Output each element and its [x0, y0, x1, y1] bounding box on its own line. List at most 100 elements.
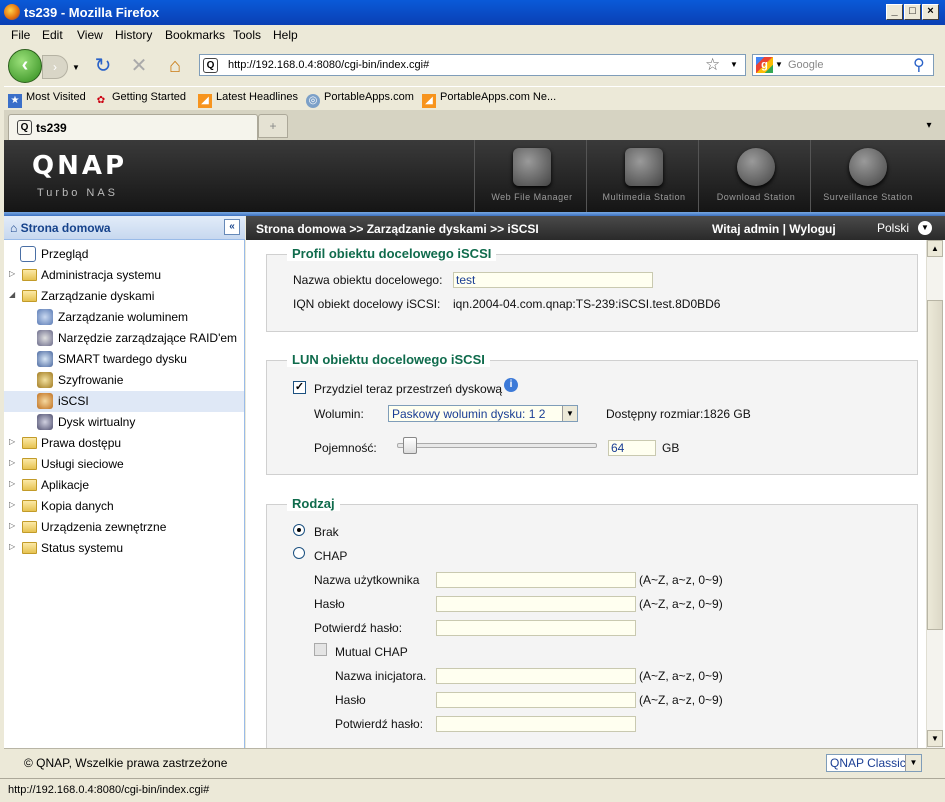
sidebar-title-label: Strona domowa [20, 221, 111, 235]
maximize-button[interactable]: □ [904, 4, 921, 20]
separator: | [782, 222, 786, 236]
scroll-down-icon[interactable]: ▼ [927, 730, 943, 747]
username-field[interactable] [436, 572, 636, 588]
multimedia-station-icon [625, 148, 663, 186]
search-engine-dropdown-icon[interactable]: ▼ [775, 60, 783, 69]
theme-select[interactable]: QNAP Classic ▼ [826, 754, 922, 772]
password-field[interactable] [436, 596, 636, 612]
collapse-arrow-icon[interactable]: ◢ [9, 290, 15, 299]
close-button[interactable]: × [922, 4, 939, 20]
site-favicon: Q [203, 58, 218, 73]
capacity-field[interactable]: 64 [608, 440, 656, 456]
bookmark-portableapps-news[interactable]: ◢ PortableApps.com Ne... [422, 91, 556, 108]
expand-arrow-icon[interactable]: ▷ [9, 458, 15, 467]
url-bar[interactable]: Q http://192.168.0.4:8080/cgi-bin/index.… [199, 54, 746, 76]
logout-link[interactable]: Wyloguj [789, 222, 835, 236]
volume-select[interactable]: Paskowy wolumin dysku: 1 2 ▼ [388, 405, 578, 422]
allocate-checkbox[interactable]: ✓ [293, 381, 306, 394]
search-icon[interactable]: ⚲ [913, 55, 925, 75]
sidebar-item-label: Aplikacje [41, 478, 90, 492]
sidebar-item-zarzadzanie-woluminem[interactable]: Zarządzanie woluminem [4, 307, 244, 328]
tab-ts239[interactable]: Q ts239 [8, 114, 258, 140]
tab-list-icon[interactable]: ▾ [919, 116, 939, 136]
target-name-field[interactable]: test [453, 272, 653, 288]
chevron-down-icon[interactable]: ▼ [905, 755, 921, 771]
lun-legend: LUN obiektu docelowego iSCSI [287, 352, 490, 367]
web-file-manager-link[interactable]: Web File Manager [474, 140, 588, 212]
scroll-up-icon[interactable]: ▲ [927, 240, 943, 257]
new-tab-button[interactable]: + [258, 114, 288, 138]
sidebar-item-iscsi[interactable]: iSCSI [4, 391, 244, 412]
mutual-password-field[interactable] [436, 692, 636, 708]
bookmark-star-icon[interactable]: ☆ [705, 55, 720, 75]
sidebar-item-zarzadzanie-dyskami[interactable]: ◢ Zarządzanie dyskami [4, 286, 244, 307]
minimize-button[interactable]: _ [886, 4, 903, 20]
url-text: http://192.168.0.4:8080/cgi-bin/index.cg… [228, 59, 430, 71]
capacity-slider-handle[interactable] [402, 437, 417, 454]
bookmark-portableapps[interactable]: ◎ PortableApps.com [306, 91, 414, 108]
menu-help[interactable]: Help [273, 28, 298, 42]
bookmark-most-visited[interactable]: ★ Most Visited [8, 91, 86, 108]
sidebar-item-przeglad[interactable]: Przegląd [4, 244, 244, 265]
menu-file[interactable]: File [11, 28, 30, 42]
sidebar-item-prawa-dostepu[interactable]: ▷ Prawa dostępu [4, 433, 244, 454]
reload-icon[interactable]: ↻ [92, 55, 114, 77]
auth-chap-radio[interactable] [293, 547, 305, 559]
chevron-down-icon[interactable]: ▼ [562, 406, 577, 421]
menu-view[interactable]: View [77, 28, 103, 42]
url-dropdown-icon[interactable]: ▼ [730, 60, 738, 69]
confirm-password-field[interactable] [436, 620, 636, 636]
window-title-bar[interactable]: ts239 - Mozilla Firefox _ □ × [0, 0, 945, 25]
sidebar-item-smart[interactable]: SMART twardego dysku [4, 349, 244, 370]
tab-label: ts239 [36, 121, 67, 135]
capacity-slider-track[interactable] [397, 437, 597, 454]
welcome-text: Witaj admin [712, 222, 780, 236]
download-station-link[interactable]: Download Station [698, 140, 812, 212]
bookmark-getting-started[interactable]: ✿ Getting Started [94, 91, 186, 108]
expand-arrow-icon[interactable]: ▷ [9, 500, 15, 509]
back-button[interactable]: ‹ [8, 49, 42, 83]
info-icon[interactable]: i [504, 378, 518, 392]
language-dropdown-icon[interactable]: ▼ [918, 221, 932, 235]
stop-icon[interactable]: ✕ [128, 55, 150, 77]
expand-arrow-icon[interactable]: ▷ [9, 542, 15, 551]
menu-tools[interactable]: Tools [233, 28, 261, 42]
auth-none-radio[interactable] [293, 524, 305, 536]
app-label: Multimedia Station [602, 192, 686, 202]
search-box[interactable]: g ▼ Google ⚲ [752, 54, 934, 76]
menu-history[interactable]: History [115, 28, 152, 42]
expand-arrow-icon[interactable]: ▷ [9, 269, 15, 278]
bookmark-latest-headlines[interactable]: ◢ Latest Headlines [198, 91, 298, 108]
menu-edit[interactable]: Edit [42, 28, 63, 42]
home-icon[interactable]: ⌂ [164, 55, 186, 77]
sidebar-title[interactable]: ⌂ Strona domowa [10, 221, 111, 235]
google-icon[interactable]: g [756, 57, 773, 73]
menu-bookmarks[interactable]: Bookmarks [165, 28, 225, 42]
language-label[interactable]: Polski [877, 221, 909, 235]
overview-icon [20, 246, 36, 262]
surveillance-station-link[interactable]: Surveillance Station [810, 140, 924, 212]
sidebar-item-raid[interactable]: Narzędzie zarządzające RAID'em [4, 328, 244, 349]
expand-arrow-icon[interactable]: ▷ [9, 521, 15, 530]
initiator-name-field[interactable] [436, 668, 636, 684]
sidebar-item-urzadzenia[interactable]: ▷ Urządzenia zewnętrzne [4, 517, 244, 538]
history-dropdown-icon[interactable]: ▼ [72, 63, 80, 72]
sidebar-item-dysk-wirtualny[interactable]: Dysk wirtualny [4, 412, 244, 433]
expand-arrow-icon[interactable]: ▷ [9, 479, 15, 488]
sidebar-item-administracja[interactable]: ▷ Administracja systemu [4, 265, 244, 286]
multimedia-station-link[interactable]: Multimedia Station [586, 140, 700, 212]
bookmark-label: Latest Headlines [216, 91, 298, 103]
mutual-chap-checkbox[interactable] [314, 643, 327, 656]
sidebar-item-szyfrowanie[interactable]: Szyfrowanie [4, 370, 244, 391]
forward-button[interactable]: › [42, 55, 68, 79]
menu-bar: File Edit View History Bookmarks Tools H… [0, 25, 945, 45]
sidebar-item-kopia-danych[interactable]: ▷ Kopia danych [4, 496, 244, 517]
collapse-sidebar-icon[interactable]: « [224, 219, 240, 235]
sidebar-item-uslugi-sieciowe[interactable]: ▷ Usługi sieciowe [4, 454, 244, 475]
sidebar-item-aplikacje[interactable]: ▷ Aplikacje [4, 475, 244, 496]
content-scrollbar[interactable]: ▲ ▼ [926, 240, 943, 748]
scroll-thumb[interactable] [927, 300, 943, 630]
sidebar-item-status-systemu[interactable]: ▷ Status systemu [4, 538, 244, 559]
expand-arrow-icon[interactable]: ▷ [9, 437, 15, 446]
mutual-confirm-field[interactable] [436, 716, 636, 732]
